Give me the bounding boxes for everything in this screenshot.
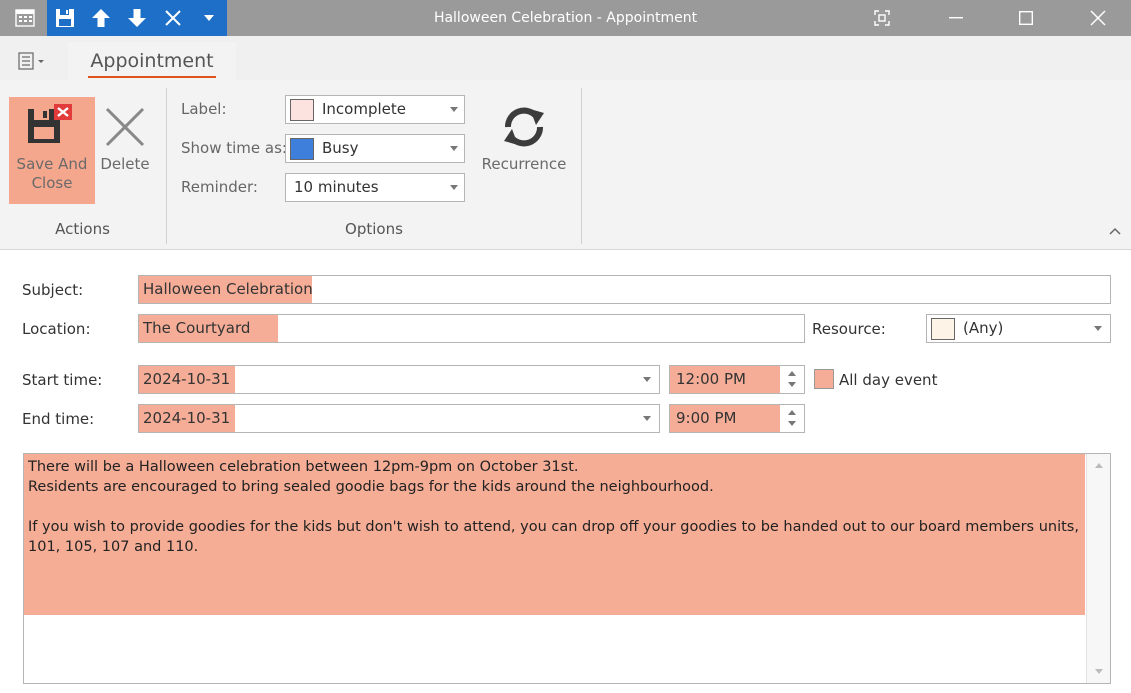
show-time-color-swatch [290,138,314,160]
save-close-icon [9,97,95,155]
close-window-icon[interactable] [1074,0,1122,36]
resource-combobox[interactable]: (Any) [926,314,1111,343]
end-time-label: End time: [22,410,95,428]
ribbon-separator [581,88,582,244]
close-x-icon[interactable] [155,0,191,36]
show-time-combobox[interactable]: Busy [285,134,465,163]
delete-label: Delete [100,155,150,173]
reminder-caption: Reminder: [181,178,258,196]
start-date-value: 2024-10-31 [139,366,235,393]
arrow-up-icon[interactable] [83,0,119,36]
start-time-input[interactable]: 12:00 PM [669,365,805,394]
label-combobox[interactable]: Incomplete [285,95,465,124]
actions-group-label: Actions [55,220,110,238]
end-time-input[interactable]: 9:00 PM [669,404,805,433]
resource-label: Resource: [812,320,886,338]
start-time-spinner[interactable] [780,366,804,393]
chevron-down-icon[interactable] [643,416,651,421]
location-label: Location: [22,320,91,338]
delete-x-icon [96,97,154,155]
label-value: Incomplete [322,100,406,118]
subject-label: Subject: [22,281,84,299]
end-time-spinner[interactable] [780,405,804,432]
calendar-icon[interactable] [8,6,42,30]
maximize-icon[interactable] [1002,0,1050,36]
chevron-down-icon[interactable] [450,146,458,151]
description-textarea[interactable]: There will be a Halloween celebration be… [23,453,1111,684]
description-text: There will be a Halloween celebration be… [28,459,1079,555]
delete-button[interactable]: Delete [96,97,154,204]
scroll-down-icon[interactable] [1095,669,1103,674]
arrow-down-icon[interactable] [119,0,155,36]
chevron-down-icon[interactable] [643,377,651,382]
reminder-value: 10 minutes [294,178,379,196]
all-day-checkbox[interactable] [814,369,834,389]
save-icon[interactable] [47,0,83,36]
end-date-value: 2024-10-31 [139,405,235,432]
resource-value: (Any) [963,319,1004,337]
ribbon-tab-row: Appointment [0,36,1131,80]
chevron-down-icon[interactable] [450,107,458,112]
recurrence-icon [478,97,570,155]
subject-input[interactable]: Halloween Celebration [138,275,1111,304]
quick-access-toolbar [47,0,227,36]
save-label-line2: Close [31,174,73,192]
show-time-value: Busy [322,139,359,157]
reminder-combobox[interactable]: 10 minutes [285,173,465,202]
show-time-caption: Show time as: [181,139,287,157]
location-input[interactable]: The Courtyard [138,314,805,343]
chevron-down-icon[interactable] [1094,326,1102,331]
recurrence-label: Recurrence [481,155,567,173]
subject-value: Halloween Celebration [139,276,313,303]
location-value: The Courtyard [139,315,278,342]
chevron-down-icon[interactable] [450,185,458,190]
ribbon-panel: Save And Close Delete Actions Label: Inc… [0,80,1131,250]
title-bar: Halloween Celebration - Appointment [0,0,1131,36]
minimize-icon[interactable] [932,0,980,36]
backstage-menu-icon[interactable] [0,42,66,80]
tab-appointment-label: Appointment [88,46,216,78]
end-time-value: 9:00 PM [670,405,780,432]
description-scrollbar[interactable] [1086,454,1110,683]
collapse-ribbon-icon[interactable] [1107,224,1123,240]
start-time-label: Start time: [22,371,103,389]
dropdown-icon[interactable] [191,0,227,36]
options-group-label: Options [345,220,403,238]
scroll-up-icon[interactable] [1095,463,1103,468]
save-label-line1: Save And [16,155,88,173]
save-and-close-button[interactable]: Save And Close [9,97,95,204]
fullscreen-icon[interactable] [858,0,906,36]
start-time-value: 12:00 PM [670,366,780,393]
end-date-input[interactable]: 2024-10-31 [138,404,660,433]
label-caption: Label: [181,100,227,118]
start-date-input[interactable]: 2024-10-31 [138,365,660,394]
all-day-label: All day event [839,371,938,389]
resource-color-swatch [931,318,955,340]
label-color-swatch [290,99,314,121]
tab-appointment[interactable]: Appointment [68,42,236,80]
recurrence-button[interactable]: Recurrence [478,97,570,204]
